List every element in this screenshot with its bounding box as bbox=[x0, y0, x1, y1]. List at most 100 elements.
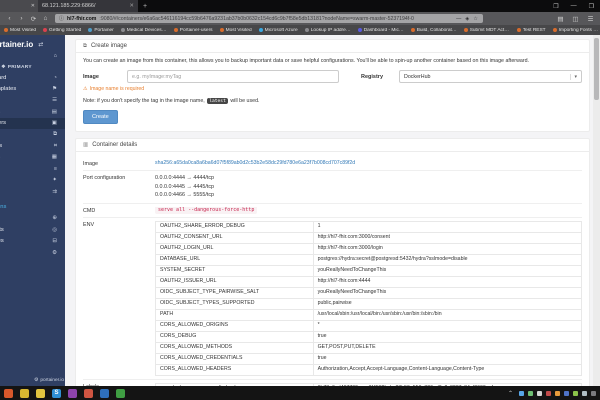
sidebar-item[interactable]: Secrets ✦ bbox=[0, 175, 65, 186]
bookmark-item[interactable]: Submit MDT Activity bbox=[464, 28, 510, 33]
env-value: http://hl7-fhir.com:4444 bbox=[313, 276, 581, 287]
sidebar-item-containers[interactable]: Containers ▣ bbox=[0, 118, 65, 129]
chrome-alt-icon[interactable] bbox=[84, 389, 93, 398]
sidebar-item[interactable]: Stacks ☰ bbox=[0, 95, 65, 106]
bookmark-item[interactable]: Importing Fonts Upla... bbox=[553, 28, 599, 33]
sidebar-item[interactable]: Endpoints ◎ bbox=[0, 224, 65, 235]
inactive-tab-stub[interactable]: ✕ bbox=[0, 0, 38, 12]
env-key: SYSTEM_SECRET bbox=[156, 265, 314, 276]
new-tab-button[interactable]: + bbox=[138, 0, 152, 12]
registry-select[interactable]: DockerHub ▾ bbox=[399, 70, 582, 83]
image-sha-link[interactable]: sha256:a65da0ca8a6ba6d07f5f89ab0d2c53b2e… bbox=[155, 160, 582, 166]
url-path: :9080/#/containers/e6a6ac546116194cc59b6… bbox=[99, 16, 452, 22]
bookmark-item[interactable]: Build, Collaborate & I... bbox=[411, 28, 457, 33]
home-icon[interactable]: ⌂ bbox=[41, 15, 50, 23]
tray-expand-icon[interactable]: ⌃ bbox=[508, 390, 513, 397]
bookmark-item[interactable]: Lookup IP addres... bbox=[305, 28, 351, 33]
bookmark-item[interactable]: Dashboard - Microsoft... bbox=[358, 28, 404, 33]
bookmark-item[interactable]: Most Visited bbox=[4, 28, 36, 33]
tray-icon[interactable] bbox=[564, 391, 569, 396]
create-button[interactable]: Create bbox=[83, 110, 118, 124]
sidebars-icon[interactable]: ◫ bbox=[571, 15, 580, 23]
bookmark-star-icon[interactable]: ☆ bbox=[472, 16, 479, 22]
env-key: OAUTH2_LOGIN_URL bbox=[156, 243, 314, 254]
tray-icon[interactable] bbox=[573, 391, 578, 396]
app-diamond-icon[interactable] bbox=[68, 389, 77, 398]
env-row: CORS_ALLOWED_ORIGINS * bbox=[156, 320, 582, 331]
tray-icon[interactable] bbox=[591, 391, 596, 396]
bookmark-item[interactable]: Test REST bbox=[517, 28, 546, 33]
env-key: CORS_ALLOWED_ORIGINS bbox=[156, 320, 314, 331]
url-domain: hl7-fhir.com bbox=[67, 16, 96, 22]
firefox-icon[interactable] bbox=[4, 389, 13, 398]
sidebar-item-extensions[interactable]: Extensions bbox=[0, 201, 65, 212]
reader-mode-icon[interactable]: — bbox=[455, 16, 462, 22]
env-key: OIDC_SUBJECT_TYPE_PAIRWISE_SALT bbox=[156, 287, 314, 298]
env-key: CORS_ALLOWED_CREDENTIALS bbox=[156, 353, 314, 364]
sidebar-item[interactable]: Images ⧉ bbox=[0, 129, 65, 140]
excel-icon[interactable] bbox=[116, 389, 125, 398]
image-name-input[interactable] bbox=[127, 70, 339, 83]
url-bar[interactable]: ⓘ hl7-fhir.com :9080/#/containers/e6a6ac… bbox=[55, 14, 483, 23]
sidebar-item-icon: ≡ bbox=[54, 166, 57, 172]
tray-icon[interactable] bbox=[537, 391, 542, 396]
clone-icon: ⧉ bbox=[83, 43, 87, 50]
bookmark-item[interactable]: Getting Started bbox=[43, 28, 81, 33]
tab-close-icon[interactable]: ✕ bbox=[31, 3, 35, 9]
bookmark-item[interactable]: Portainer bbox=[88, 28, 113, 33]
menu-icon[interactable]: ☰ bbox=[586, 15, 595, 23]
favicon bbox=[464, 28, 468, 32]
bookmark-item[interactable]: Microsoft Azure bbox=[259, 28, 298, 33]
sidebar-item[interactable]: Volumes ▦ bbox=[0, 152, 65, 163]
site-info-icon[interactable]: ⓘ bbox=[59, 15, 64, 22]
photos-icon[interactable] bbox=[100, 389, 109, 398]
forward-icon[interactable]: › bbox=[17, 15, 26, 23]
sidebar-item-home[interactable]: Home ⌂ bbox=[0, 50, 65, 62]
env-value: * bbox=[313, 320, 581, 331]
container-details-header: ▥ Container details bbox=[76, 139, 589, 152]
notes-icon[interactable] bbox=[36, 389, 45, 398]
tray-icon[interactable] bbox=[546, 391, 551, 396]
env-row: CORS_ALLOWED_METHODS GET,POST,PUT,DELETE bbox=[156, 342, 582, 353]
sidebar-item[interactable]: Networks ⌗ bbox=[0, 140, 65, 151]
favicon bbox=[358, 28, 362, 32]
endpoint-swap-icon[interactable]: ⇄ bbox=[38, 41, 43, 48]
detail-row-labels: Labels com.docker.compose.config-hash 8b… bbox=[83, 379, 582, 387]
skype-icon[interactable]: S bbox=[52, 389, 61, 398]
page-scrollbar[interactable] bbox=[593, 35, 600, 386]
nav-icons: ‹›⟳⌂ bbox=[5, 15, 50, 23]
tab-close-icon[interactable]: ✕ bbox=[129, 3, 134, 9]
sidebar-item[interactable]: Registries ⊟ bbox=[0, 235, 65, 246]
sidebar-item[interactable]: Users ⊕ bbox=[0, 213, 65, 224]
tray-icon[interactable] bbox=[582, 391, 587, 396]
minimize-button[interactable]: — bbox=[571, 3, 577, 9]
bookmark-item[interactable]: Medical Devices - Me... bbox=[121, 28, 167, 33]
tray-icon[interactable] bbox=[519, 391, 524, 396]
back-icon[interactable]: ‹ bbox=[5, 15, 14, 23]
reload-icon[interactable]: ⟳ bbox=[29, 15, 38, 23]
sidebar-item-icon: ⚑ bbox=[52, 86, 57, 92]
tray-icon[interactable] bbox=[555, 391, 560, 396]
sidebar-item[interactable]: Swarm ⇉ bbox=[0, 186, 65, 197]
bookmark-item[interactable]: Most Visited bbox=[220, 28, 252, 33]
scrollbar-thumb[interactable] bbox=[594, 38, 599, 100]
windows-taskbar: S ⌃ bbox=[0, 386, 600, 400]
tray-icon[interactable] bbox=[528, 391, 533, 396]
port-mapping: 0.0.0.0:4444 → 4444/tcp bbox=[155, 174, 582, 183]
bookmark-item[interactable]: Portainer-users bbox=[174, 28, 213, 33]
sidebar-item[interactable]: Configs ≡ bbox=[0, 163, 65, 174]
pocket-icon[interactable]: ◈ bbox=[464, 16, 470, 22]
page-icon: ❒ bbox=[553, 3, 558, 10]
system-tray: ⌃ bbox=[508, 390, 596, 397]
env-key: CORS_DEBUG bbox=[156, 331, 314, 342]
env-row: OIDC_SUBJECT_TYPES_SUPPORTED public,pair… bbox=[156, 298, 582, 309]
sidebar-item[interactable]: App Templates ⚑ bbox=[0, 83, 65, 94]
sidebar-item[interactable]: Dashboard ◔ bbox=[0, 72, 65, 83]
sidebar-item[interactable]: Services ▤ bbox=[0, 106, 65, 117]
active-tab[interactable]: 68.121.185.229:6866/ ✕ bbox=[38, 0, 138, 12]
env-value: true bbox=[313, 331, 581, 342]
library-icon[interactable]: ▤ bbox=[556, 15, 565, 23]
restore-button[interactable]: ❐ bbox=[589, 3, 594, 10]
chrome-icon[interactable] bbox=[20, 389, 29, 398]
sidebar-item[interactable]: Settings ⚙ bbox=[0, 247, 65, 258]
